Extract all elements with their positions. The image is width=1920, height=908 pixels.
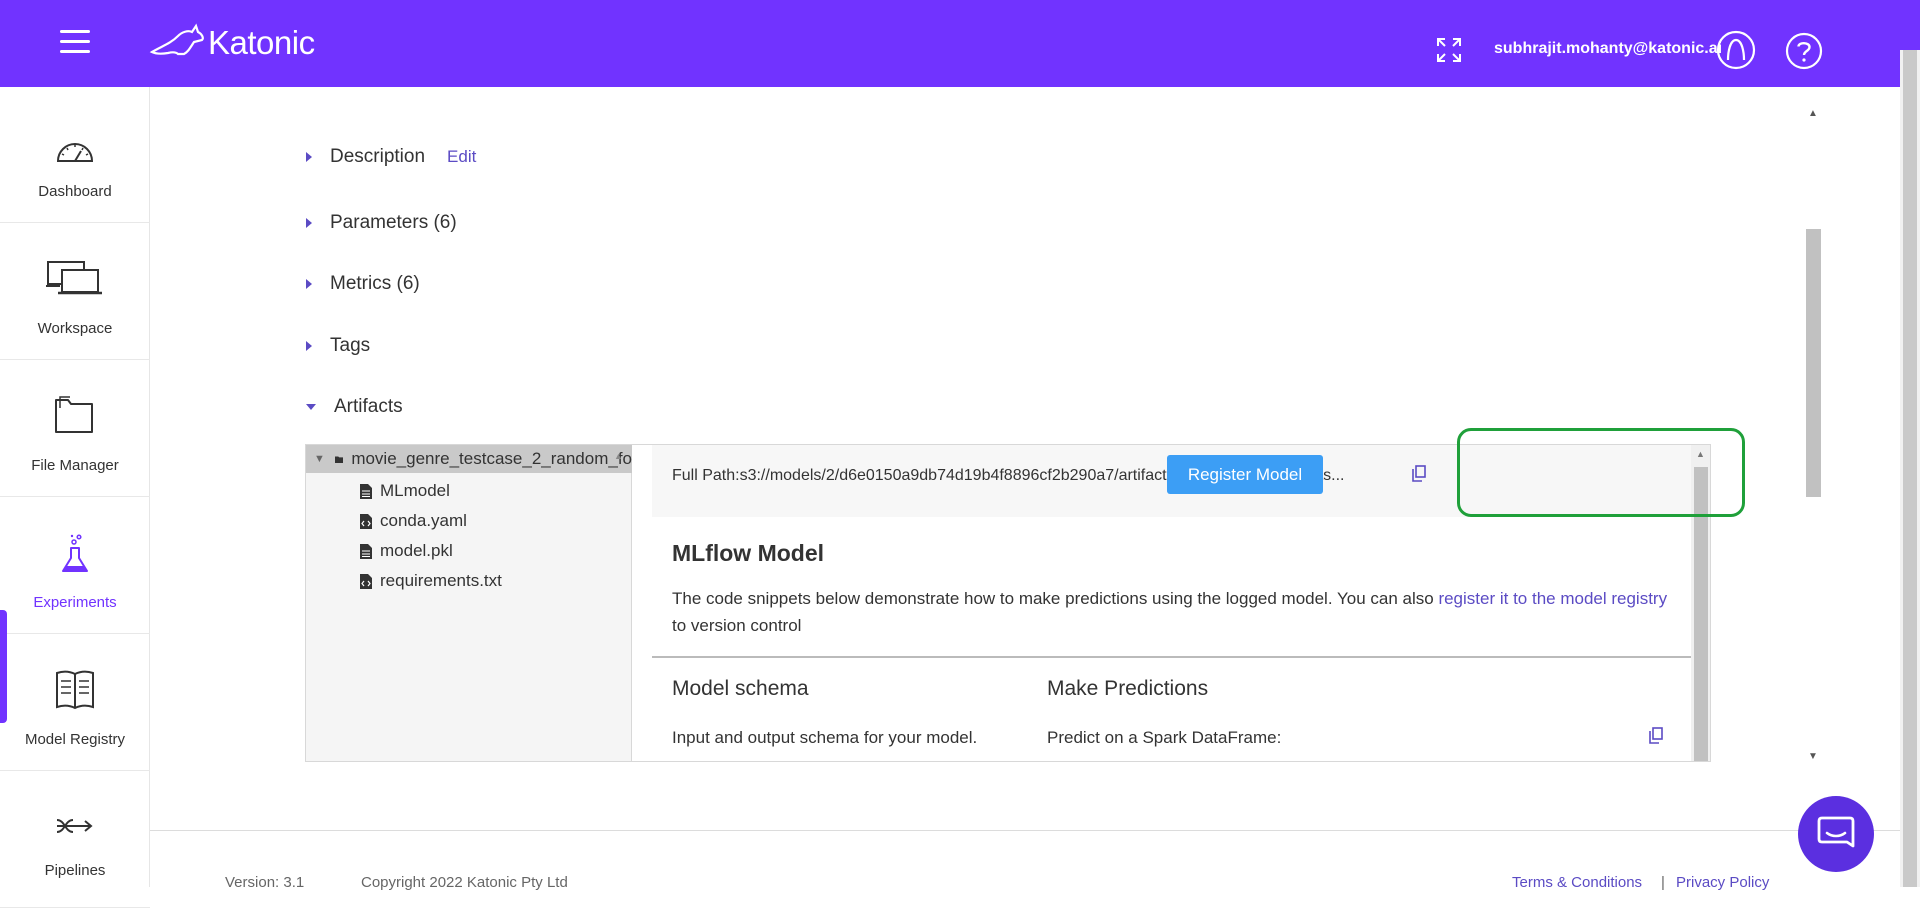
mlflow-model-title: MLflow Model: [672, 540, 825, 566]
content-scrollbar[interactable]: ▲ ▼: [1803, 108, 1823, 762]
copy-icon[interactable]: [1412, 465, 1426, 482]
artifact-file-tree: ▼ movie_genre_testcase_2_random_fo ▲ MLm…: [306, 445, 632, 761]
help-icon[interactable]: [1785, 32, 1823, 70]
copy-icon[interactable]: [1649, 727, 1663, 744]
tree-file[interactable]: conda.yaml: [360, 507, 467, 535]
terms-link[interactable]: Terms & Conditions: [1512, 874, 1642, 891]
sidebar-item-label: Pipelines: [44, 862, 106, 879]
tree-file[interactable]: MLmodel: [360, 477, 450, 505]
sidebar-item-label: File Manager: [31, 457, 119, 474]
file-code-icon: [360, 573, 372, 589]
footer-separator: |: [1661, 874, 1665, 891]
scroll-up-icon[interactable]: ▲: [1808, 108, 1818, 119]
section-label: Description: [330, 146, 426, 167]
sidebar-item-label: Workspace: [37, 320, 113, 337]
kangaroo-logo-icon: [149, 23, 204, 56]
register-model-link[interactable]: register it to the model registry: [1438, 589, 1667, 608]
folder-icon: [334, 455, 344, 463]
file-name: model.pkl: [380, 541, 453, 560]
user-avatar-icon[interactable]: [1716, 30, 1756, 70]
tree-file[interactable]: requirements.txt: [360, 567, 502, 595]
caret-right-icon: [306, 152, 312, 162]
caret-right-icon: [306, 341, 312, 351]
file-name: requirements.txt: [380, 571, 502, 590]
section-parameters[interactable]: Parameters (6): [306, 212, 457, 234]
tree-scroll-up-icon[interactable]: ▲: [614, 451, 623, 461]
scrollbar-thumb[interactable]: [1694, 467, 1708, 761]
flask-icon: [62, 534, 88, 572]
mlflow-desc-text: The code snippets below demonstrate how …: [672, 589, 1439, 608]
sidebar-item-dashboard[interactable]: Dashboard: [0, 87, 150, 223]
sidebar-item-experiments[interactable]: Experiments: [0, 498, 150, 634]
hamburger-menu-icon[interactable]: [60, 30, 90, 56]
mlflow-description: The code snippets below demonstrate how …: [672, 585, 1672, 639]
folder-icon: [55, 396, 93, 433]
section-metrics[interactable]: Metrics (6): [306, 273, 420, 295]
edit-description-link[interactable]: Edit: [447, 147, 476, 167]
mlflow-desc-text: to version control: [672, 616, 802, 635]
tree-file[interactable]: model.pkl: [360, 537, 453, 565]
file-text-icon: [360, 543, 372, 559]
fullscreen-icon[interactable]: [1436, 37, 1462, 63]
sidebar-item-pipelines[interactable]: Pipelines: [0, 772, 150, 908]
laptops-icon: [46, 261, 102, 295]
file-name: conda.yaml: [380, 511, 467, 530]
register-model-button[interactable]: Register Model: [1167, 455, 1323, 494]
divider: [652, 656, 1692, 658]
model-schema-desc: Input and output schema for your model.: [672, 728, 978, 747]
detail-scrollbar[interactable]: ▲: [1691, 445, 1710, 761]
caret-right-icon: [306, 218, 312, 228]
file-text-icon: [360, 483, 372, 499]
scrollbar-thumb[interactable]: [1806, 229, 1821, 497]
folder-name: movie_genre_testcase_2_random_fo: [351, 449, 632, 468]
scroll-down-icon[interactable]: ▼: [1808, 751, 1818, 762]
chat-launcher-button[interactable]: [1798, 796, 1874, 872]
section-tags[interactable]: Tags: [306, 335, 370, 357]
model-schema-title: Model schema: [672, 677, 809, 700]
scrollbar-thumb[interactable]: [1903, 50, 1917, 887]
caret-right-icon: [306, 279, 312, 289]
sidebar-item-file-manager[interactable]: File Manager: [0, 361, 150, 497]
section-artifacts[interactable]: Artifacts: [306, 396, 403, 418]
predictions-desc: Predict on a Spark DataFrame:: [1047, 728, 1282, 747]
file-code-icon: [360, 513, 372, 529]
sidebar-item-label: Experiments: [33, 594, 117, 611]
scroll-up-icon[interactable]: ▲: [1696, 449, 1705, 459]
section-description[interactable]: Description Edit: [306, 146, 476, 168]
section-label: Artifacts: [334, 396, 403, 417]
artifact-browser: ▼ movie_genre_testcase_2_random_fo ▲ MLm…: [305, 444, 1711, 762]
section-label: Parameters (6): [330, 212, 457, 233]
caret-down-icon: [306, 404, 316, 410]
expand-triangle-icon[interactable]: ▼: [314, 453, 325, 465]
sidebar-item-label: Dashboard: [38, 183, 112, 200]
version-text: Version: 3.1: [225, 874, 305, 891]
gauge-icon: [56, 143, 94, 162]
katonic-logo[interactable]: Katonic: [148, 22, 315, 62]
brand-name: Katonic: [208, 24, 315, 61]
sidebar: Dashboard Workspace File Manager Experim…: [0, 87, 150, 908]
pipeline-icon: [56, 819, 93, 833]
section-label: Metrics (6): [330, 273, 420, 294]
active-indicator: [0, 610, 7, 723]
book-icon: [56, 670, 94, 710]
section-label: Tags: [330, 335, 371, 356]
user-email[interactable]: subhrajit.mohanty@katonic.ai: [1494, 40, 1722, 58]
make-predictions-title: Make Predictions: [1047, 677, 1209, 700]
file-name: MLmodel: [380, 481, 450, 500]
sidebar-item-model-registry[interactable]: Model Registry: [0, 635, 150, 771]
sidebar-item-workspace[interactable]: Workspace: [0, 224, 150, 360]
privacy-link[interactable]: Privacy Policy: [1676, 874, 1769, 891]
window-scrollbar[interactable]: [1900, 50, 1920, 887]
sidebar-item-label: Model Registry: [24, 731, 126, 748]
copyright-text: Copyright 2022 Katonic Pty Ltd: [361, 874, 568, 891]
footer-divider: [150, 830, 1900, 831]
chat-icon: [1817, 816, 1855, 848]
top-header: Katonic subhrajit.mohanty@katonic.ai: [0, 0, 1920, 87]
tree-root-folder[interactable]: ▼ movie_genre_testcase_2_random_fo: [306, 445, 632, 473]
